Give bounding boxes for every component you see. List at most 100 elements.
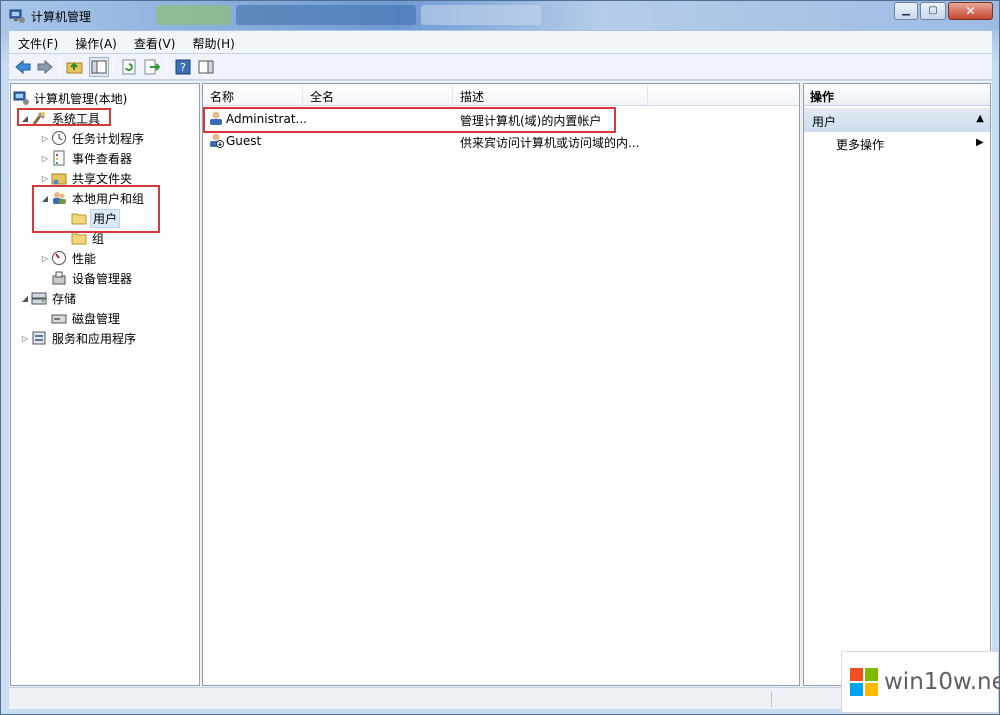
- tree-item-label: 计算机管理(本地): [34, 91, 128, 106]
- toolbar-separator: [113, 58, 114, 76]
- show-hide-action-pane-icon: [198, 60, 214, 74]
- show-hide-tree-icon: [91, 60, 107, 74]
- background-blur: [236, 5, 416, 25]
- window-title: 计算机管理: [31, 10, 92, 24]
- expanded-arrow-icon[interactable]: ◢: [39, 194, 51, 203]
- column-header-name[interactable]: 名称: [203, 84, 303, 106]
- actions-section-users[interactable]: 用户 ▲: [804, 108, 990, 132]
- back-button[interactable]: [13, 57, 33, 77]
- minimize-button[interactable]: ▁: [894, 2, 918, 20]
- collapse-up-icon[interactable]: ▲: [976, 113, 984, 124]
- expanded-arrow-icon[interactable]: ◢: [19, 294, 31, 303]
- menu-action[interactable]: 操作(A): [66, 31, 125, 53]
- column-header-description[interactable]: 描述: [453, 84, 648, 106]
- close-button[interactable]: ✕: [948, 2, 993, 20]
- background-blur: [156, 5, 231, 25]
- menu-help[interactable]: 帮助(H): [183, 31, 242, 53]
- close-icon: ✕: [965, 4, 976, 18]
- expanded-arrow-icon[interactable]: ◢: [19, 114, 31, 123]
- menu-file[interactable]: 文件(F): [9, 31, 66, 53]
- more-actions-item[interactable]: 更多操作: [836, 136, 884, 153]
- tree-item-users[interactable]: 用户: [59, 208, 121, 228]
- watermark-text: win10w.net: [884, 669, 1000, 695]
- device-manager-icon: [51, 270, 67, 286]
- column-header-fullname[interactable]: 全名: [303, 84, 453, 106]
- up-folder-icon: [66, 62, 83, 74]
- services-icon: [31, 330, 47, 346]
- forward-button[interactable]: [35, 57, 55, 77]
- tree-item-event-viewer[interactable]: ▷ 事件查看器: [39, 149, 134, 167]
- computer-management-icon: [13, 90, 29, 106]
- toolbar-separator: [59, 58, 60, 76]
- export-list-icon: [144, 59, 160, 75]
- more-actions-label: 更多操作: [836, 138, 885, 152]
- help-button[interactable]: ?: [173, 57, 193, 77]
- navigation-tree: 计算机管理(本地) ◢ 系统工具 ▷ 任务计划程序 ▷ 事件查看器 ▷ 共享文件: [10, 83, 200, 686]
- user-list: 名称 全名 描述 Administrat... 管理计算机(域)的内置帐户 Gu…: [202, 83, 800, 686]
- menu-view[interactable]: 查看(V): [125, 31, 184, 53]
- user-description: 管理计算机(域)的内置帐户: [460, 114, 602, 128]
- tree-item-label: 用户: [90, 208, 121, 228]
- tree-item-services-apps[interactable]: ▷ 服务和应用程序: [19, 329, 138, 347]
- folder-icon: [71, 210, 87, 226]
- title-bar[interactable]: 计算机管理 ▁ ▢ ✕: [1, 1, 999, 30]
- refresh-icon: [122, 59, 136, 75]
- tools-icon: [31, 110, 47, 126]
- table-row[interactable]: Administrat... 管理计算机(域)的内置帐户: [203, 109, 799, 129]
- back-icon: [15, 59, 31, 75]
- background-blur: [421, 5, 541, 25]
- collapsed-arrow-icon[interactable]: ▷: [39, 134, 51, 143]
- main-content: 计算机管理(本地) ◢ 系统工具 ▷ 任务计划程序 ▷ 事件查看器 ▷ 共享文件: [9, 81, 992, 687]
- tree-item-performance[interactable]: ▷ 性能: [39, 249, 98, 267]
- tree-item-storage[interactable]: ◢ 存储: [19, 289, 78, 307]
- users-group-icon: [51, 190, 67, 206]
- tree-item-disk-management[interactable]: 磁盘管理: [39, 309, 122, 327]
- user-icon: [208, 110, 224, 129]
- user-name: Administrat...: [226, 112, 307, 126]
- collapsed-arrow-icon[interactable]: ▷: [39, 254, 51, 263]
- collapsed-arrow-icon[interactable]: ▷: [19, 334, 31, 343]
- maximize-icon: ▢: [928, 5, 938, 16]
- tree-item-groups[interactable]: 组: [59, 229, 106, 247]
- shared-folder-icon: [51, 170, 67, 186]
- column-header-filler: [648, 84, 799, 106]
- minimize-icon: ▁: [902, 5, 910, 16]
- storage-icon: [31, 290, 47, 306]
- toolbar-separator: [166, 58, 167, 76]
- windows-logo-icon: [850, 668, 878, 696]
- table-row[interactable]: Guest 供来宾访问计算机或访问域的内...: [203, 131, 799, 151]
- tree-item-label: 磁盘管理: [72, 311, 121, 326]
- show-hide-tree-button[interactable]: [89, 57, 109, 77]
- event-viewer-icon: [51, 150, 67, 166]
- refresh-button[interactable]: [119, 57, 139, 77]
- svg-text:?: ?: [180, 61, 186, 74]
- tree-item-root[interactable]: 计算机管理(本地): [13, 89, 129, 107]
- tree-item-label: 性能: [72, 251, 97, 266]
- collapsed-arrow-icon[interactable]: ▷: [39, 174, 51, 183]
- up-folder-button[interactable]: [65, 57, 85, 77]
- tree-item-system-tools[interactable]: ◢ 系统工具: [19, 109, 102, 127]
- tree-item-label: 设备管理器: [72, 271, 133, 286]
- actions-header: 操作: [804, 84, 990, 106]
- maximize-button[interactable]: ▢: [920, 2, 946, 20]
- tree-item-label: 事件查看器: [72, 151, 133, 166]
- tree-item-task-scheduler[interactable]: ▷ 任务计划程序: [39, 129, 146, 147]
- collapsed-arrow-icon[interactable]: ▷: [39, 154, 51, 163]
- actions-section-label: 用户: [812, 115, 837, 129]
- tree-item-label: 本地用户和组: [72, 191, 145, 206]
- help-icon: ?: [175, 59, 191, 75]
- tree-item-shared-folders[interactable]: ▷ 共享文件夹: [39, 169, 134, 187]
- tree-item-label: 存储: [52, 291, 77, 306]
- export-list-button[interactable]: [142, 57, 162, 77]
- disabled-user-icon: [208, 132, 224, 151]
- tree-item-device-manager[interactable]: 设备管理器: [39, 269, 134, 287]
- status-divider: [771, 691, 772, 707]
- toolbar: ?: [9, 54, 992, 80]
- show-hide-action-pane-button[interactable]: [196, 57, 216, 77]
- computer-management-icon: [9, 8, 25, 24]
- tree-item-local-users-groups[interactable]: ◢ 本地用户和组: [39, 189, 146, 207]
- menu-bar: 文件(F) 操作(A) 查看(V) 帮助(H): [9, 31, 992, 53]
- clock-icon: [51, 130, 67, 146]
- tree-item-label: 共享文件夹: [72, 171, 133, 186]
- forward-icon: [37, 59, 53, 75]
